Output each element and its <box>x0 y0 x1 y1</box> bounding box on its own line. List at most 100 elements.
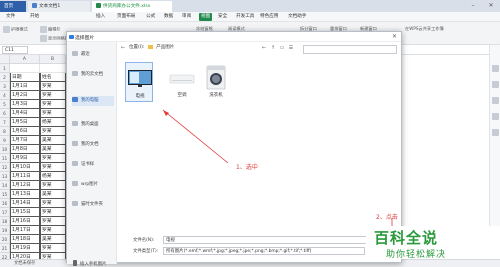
thumbnail-washing-machine[interactable]: 洗衣机 <box>202 62 230 102</box>
table-cell-name[interactable]: 罗某 <box>40 208 66 217</box>
shapes-icon[interactable] <box>492 81 499 88</box>
tab-home[interactable]: 首页 <box>0 1 26 12</box>
table-cell-date[interactable]: 1月8日 <box>10 145 40 154</box>
table-cell-name[interactable]: 罗某 <box>40 109 66 118</box>
table-cell-date[interactable]: 1月14日 <box>10 199 40 208</box>
sidebar-item-wrp-images[interactable]: wrp图片 <box>72 180 114 190</box>
row-header[interactable]: 3 <box>0 82 10 91</box>
table-cell-date[interactable]: 1月4日 <box>10 109 40 118</box>
menu-home[interactable]: 开始 <box>30 13 39 21</box>
menu-data[interactable]: 数据 <box>164 13 173 21</box>
sidebar-item-recent[interactable]: 最近 <box>72 50 114 60</box>
eye-protect-button[interactable]: 护眼模式 <box>3 26 28 33</box>
menu-review[interactable]: 审阅 <box>182 13 191 21</box>
table-cell-name[interactable]: 吴某 <box>40 145 66 154</box>
row-header[interactable]: 19 <box>0 226 10 235</box>
table-cell-date[interactable]: 1月1日 <box>10 82 40 91</box>
sidebar-item-temp-folder[interactable]: 猫时文件夹 <box>72 200 114 210</box>
row-header[interactable]: 17 <box>0 208 10 217</box>
row-header[interactable]: 18 <box>0 217 10 226</box>
formula-bar-toggle[interactable]: 编辑栏 <box>40 26 61 33</box>
back-button[interactable]: ← <box>260 44 268 52</box>
column-header-b[interactable]: B <box>40 55 66 64</box>
history-icon[interactable] <box>492 129 499 136</box>
sidebar-item-cloud-docs[interactable]: 我的云文档 <box>72 70 114 80</box>
sidebar-item-documents[interactable]: 我的文档 <box>72 140 114 150</box>
table-cell-date[interactable]: 1月18日 <box>10 235 40 244</box>
up-folder-button[interactable]: ↑ <box>269 44 277 52</box>
menu-insert[interactable]: 插入 <box>96 13 105 21</box>
table-cell-date[interactable]: 1月10日 <box>10 163 40 172</box>
row-header[interactable]: 20 <box>0 235 10 244</box>
table-cell-name[interactable]: 罗某 <box>40 154 66 163</box>
table-cell-name[interactable]: 罗某 <box>40 91 66 100</box>
row-header[interactable]: 10 <box>0 145 10 154</box>
close-window-button[interactable]: ✕ <box>486 2 496 10</box>
menu-developer[interactable]: 开发工具 <box>236 13 254 21</box>
table-cell-date[interactable]: 1月2日 <box>10 91 40 100</box>
table-cell-date[interactable]: 1月9日 <box>10 154 40 163</box>
row-header[interactable]: 1 <box>0 64 10 73</box>
filetype-select[interactable]: 所有图片(*.emf;*.wmf;*.jpg;*.jpeg;*.jpe;*.pn… <box>163 247 365 255</box>
table-cell-name[interactable]: 杨某 <box>40 118 66 127</box>
table-cell-name[interactable] <box>40 64 66 73</box>
row-header[interactable]: 13 <box>0 172 10 181</box>
cloud-share-button[interactable]: 在WPS云共享工作簿 <box>405 26 444 32</box>
location-value[interactable]: 产品图片 <box>156 45 174 50</box>
table-cell-date[interactable]: 日期 <box>10 73 40 82</box>
menu-security[interactable]: 安全 <box>218 13 227 21</box>
table-cell-date[interactable] <box>10 64 40 73</box>
table-cell-date[interactable]: 1月3日 <box>10 100 40 109</box>
table-cell-date[interactable]: 1月15日 <box>10 208 40 217</box>
table-cell-date[interactable]: 1月11日 <box>10 172 40 181</box>
row-header[interactable]: 21 <box>0 244 10 253</box>
close-icon[interactable]: ✕ <box>392 33 397 40</box>
table-cell-date[interactable]: 1月17日 <box>10 226 40 235</box>
gridlines-toggle[interactable]: 显示网格线 <box>40 35 69 42</box>
table-cell-date[interactable]: 1月6日 <box>10 127 40 136</box>
row-header[interactable]: 7 <box>0 118 10 127</box>
table-cell-date[interactable]: 1月7日 <box>10 136 40 145</box>
menu-file[interactable]: 文件 <box>6 13 15 21</box>
sidebar-item-certificates[interactable]: 证书样 <box>72 160 114 170</box>
row-header[interactable]: 16 <box>0 199 10 208</box>
sidebar-item-my-computer[interactable]: 我的电脑 <box>72 96 114 106</box>
menu-formulas[interactable]: 公式 <box>146 13 155 21</box>
search-input[interactable] <box>303 45 397 54</box>
sidebar-item-desktop[interactable]: 我的桌面 <box>72 120 114 130</box>
filename-input[interactable]: 电视 <box>163 236 381 244</box>
menu-doc-helper[interactable]: 文档助手 <box>288 13 306 21</box>
table-cell-name[interactable]: 罗某 <box>40 217 66 226</box>
thumbnail-air-conditioner[interactable]: 空调 <box>168 62 196 102</box>
table-cell-name[interactable]: 罗某 <box>40 100 66 109</box>
row-header[interactable]: 11 <box>0 154 10 163</box>
back-icon[interactable]: ← <box>119 44 127 52</box>
column-header-a[interactable]: A <box>10 55 40 64</box>
row-header[interactable]: 9 <box>0 136 10 145</box>
row-header[interactable]: 2 <box>0 73 10 82</box>
row-header[interactable]: 8 <box>0 127 10 136</box>
view-options-button[interactable]: ☰ <box>287 44 295 52</box>
table-cell-name[interactable]: 吴某 <box>40 235 66 244</box>
table-cell-name[interactable]: 姓名 <box>40 73 66 82</box>
row-header[interactable]: 5 <box>0 100 10 109</box>
row-header[interactable]: 14 <box>0 181 10 190</box>
backup-icon[interactable] <box>492 113 499 120</box>
name-box[interactable]: C11 <box>2 46 28 54</box>
table-cell-name[interactable]: 罗某 <box>40 244 66 253</box>
row-header[interactable]: 15 <box>0 190 10 199</box>
row-header[interactable]: 4 <box>0 91 10 100</box>
menu-special[interactable]: 特色应用 <box>260 13 278 21</box>
new-folder-button[interactable]: ▭ <box>278 44 286 52</box>
row-header[interactable]: 6 <box>0 109 10 118</box>
table-cell-name[interactable]: 杨某 <box>40 172 66 181</box>
tab-document-1[interactable]: 文本文档1 <box>28 1 90 12</box>
thumbnail-tv[interactable]: 电视 <box>125 62 153 102</box>
table-cell-name[interactable]: 吴某 <box>40 136 66 145</box>
insert-phone-image-link[interactable]: 插入手机图片 <box>73 260 106 267</box>
table-cell-date[interactable]: 1月16日 <box>10 217 40 226</box>
table-cell-name[interactable]: 吴某 <box>40 190 66 199</box>
table-cell-name[interactable]: 罗某 <box>40 199 66 208</box>
properties-icon[interactable] <box>492 97 499 104</box>
table-cell-date[interactable]: 1月19日 <box>10 244 40 253</box>
